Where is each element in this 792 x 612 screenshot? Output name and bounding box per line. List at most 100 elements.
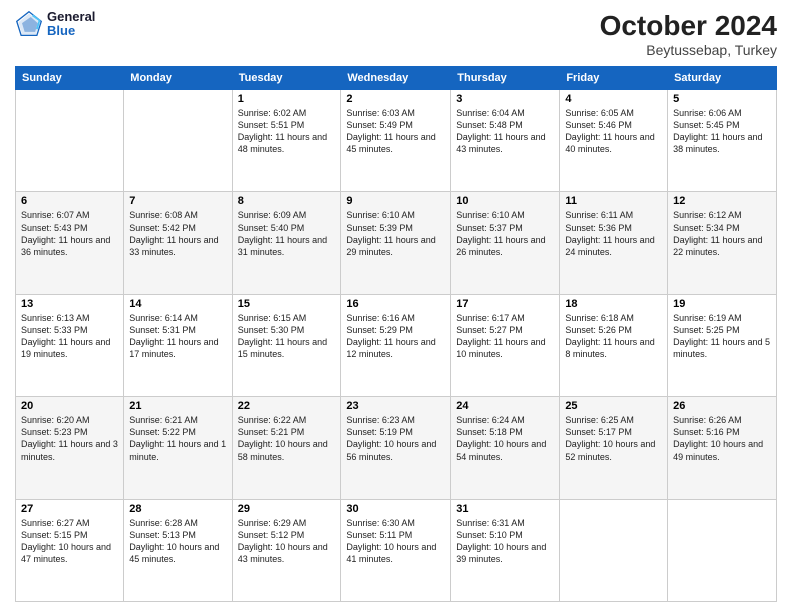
calendar-cell-3-5: 17 Sunrise: 6:17 AMSunset: 5:27 PMDayligh… <box>451 294 560 396</box>
day-info: Sunrise: 6:18 AMSunset: 5:26 PMDaylight:… <box>565 312 662 361</box>
calendar-cell-4-7: 26 Sunrise: 6:26 AMSunset: 5:16 PMDayligh… <box>668 397 777 499</box>
day-number: 1 <box>238 93 336 105</box>
day-number: 16 <box>346 298 445 310</box>
calendar-cell-4-5: 24 Sunrise: 6:24 AMSunset: 5:18 PMDayligh… <box>451 397 560 499</box>
day-info: Sunrise: 6:19 AMSunset: 5:25 PMDaylight:… <box>673 312 771 361</box>
day-info: Sunrise: 6:10 AMSunset: 5:37 PMDaylight:… <box>456 209 554 258</box>
calendar-cell-5-5: 31Sunrise: 6:31 AMSunset: 5:10 PMDayligh… <box>451 499 560 601</box>
day-number: 10 <box>456 195 554 207</box>
calendar-cell-4-3: 22 Sunrise: 6:22 AMSunset: 5:21 PMDayligh… <box>232 397 341 499</box>
day-info: Sunrise: 6:27 AMSunset: 5:15 PMDaylight:… <box>21 517 118 566</box>
day-number: 20 <box>21 400 118 412</box>
day-info: Sunrise: 6:31 AMSunset: 5:10 PMDaylight:… <box>456 517 554 566</box>
calendar-cell-1-5: 3 Sunrise: 6:04 AMSunset: 5:48 PMDaylight… <box>451 90 560 192</box>
day-number: 18 <box>565 298 662 310</box>
day-info: Sunrise: 6:13 AMSunset: 5:33 PMDaylight:… <box>21 312 118 361</box>
calendar-table: Sunday Monday Tuesday Wednesday Thursday… <box>15 66 777 602</box>
day-number: 26 <box>673 400 771 412</box>
calendar-cell-2-1: 6Sunrise: 6:07 AMSunset: 5:43 PMDaylight… <box>16 192 124 294</box>
calendar-cell-2-4: 9Sunrise: 6:10 AMSunset: 5:39 PMDaylight… <box>341 192 451 294</box>
day-number: 22 <box>238 400 336 412</box>
calendar-cell-5-1: 27 Sunrise: 6:27 AMSunset: 5:15 PMDayligh… <box>16 499 124 601</box>
day-info: Sunrise: 6:22 AMSunset: 5:21 PMDaylight:… <box>238 414 336 463</box>
calendar-cell-5-3: 29 Sunrise: 6:29 AMSunset: 5:12 PMDayligh… <box>232 499 341 601</box>
day-info: Sunrise: 6:21 AMSunset: 5:22 PMDaylight:… <box>129 414 226 463</box>
day-info: Sunrise: 6:23 AMSunset: 5:19 PMDaylight:… <box>346 414 445 463</box>
day-info: Sunrise: 6:28 AMSunset: 5:13 PMDaylight:… <box>129 517 226 566</box>
day-info: Sunrise: 6:17 AMSunset: 5:27 PMDaylight:… <box>456 312 554 361</box>
calendar-cell-4-4: 23 Sunrise: 6:23 AMSunset: 5:19 PMDayligh… <box>341 397 451 499</box>
calendar-week-1: 1 Sunrise: 6:02 AMSunset: 5:51 PMDaylight… <box>16 90 777 192</box>
day-number: 3 <box>456 93 554 105</box>
day-number: 8 <box>238 195 336 207</box>
calendar-cell-3-7: 19 Sunrise: 6:19 AMSunset: 5:25 PMDayligh… <box>668 294 777 396</box>
calendar-cell-5-4: 30 Sunrise: 6:30 AMSunset: 5:11 PMDayligh… <box>341 499 451 601</box>
calendar-cell-2-3: 8Sunrise: 6:09 AMSunset: 5:40 PMDaylight… <box>232 192 341 294</box>
day-number: 21 <box>129 400 226 412</box>
day-info: Sunrise: 6:30 AMSunset: 5:11 PMDaylight:… <box>346 517 445 566</box>
day-number: 2 <box>346 93 445 105</box>
day-number: 13 <box>21 298 118 310</box>
day-number: 19 <box>673 298 771 310</box>
day-number: 17 <box>456 298 554 310</box>
day-info: Sunrise: 6:08 AMSunset: 5:42 PMDaylight:… <box>129 209 226 258</box>
calendar-cell-2-6: 11 Sunrise: 6:11 AMSunset: 5:36 PMDayligh… <box>560 192 668 294</box>
header-thursday: Thursday <box>451 67 560 90</box>
calendar-cell-1-4: 2 Sunrise: 6:03 AMSunset: 5:49 PMDaylight… <box>341 90 451 192</box>
day-number: 6 <box>21 195 118 207</box>
day-info: Sunrise: 6:14 AMSunset: 5:31 PMDaylight:… <box>129 312 226 361</box>
calendar-header-row: Sunday Monday Tuesday Wednesday Thursday… <box>16 67 777 90</box>
logo-icon <box>15 10 43 38</box>
day-info: Sunrise: 6:12 AMSunset: 5:34 PMDaylight:… <box>673 209 771 258</box>
day-info: Sunrise: 6:20 AMSunset: 5:23 PMDaylight:… <box>21 414 118 463</box>
logo-text: General Blue <box>47 10 95 39</box>
day-number: 15 <box>238 298 336 310</box>
day-number: 7 <box>129 195 226 207</box>
day-info: Sunrise: 6:24 AMSunset: 5:18 PMDaylight:… <box>456 414 554 463</box>
calendar-cell-3-6: 18 Sunrise: 6:18 AMSunset: 5:26 PMDayligh… <box>560 294 668 396</box>
day-info: Sunrise: 6:26 AMSunset: 5:16 PMDaylight:… <box>673 414 771 463</box>
day-number: 29 <box>238 503 336 515</box>
logo-line2: Blue <box>47 23 75 38</box>
calendar-cell-5-6 <box>560 499 668 601</box>
calendar-cell-3-1: 13 Sunrise: 6:13 AMSunset: 5:33 PMDayligh… <box>16 294 124 396</box>
day-info: Sunrise: 6:03 AMSunset: 5:49 PMDaylight:… <box>346 107 445 156</box>
calendar-cell-4-1: 20 Sunrise: 6:20 AMSunset: 5:23 PMDayligh… <box>16 397 124 499</box>
day-number: 25 <box>565 400 662 412</box>
day-number: 24 <box>456 400 554 412</box>
day-number: 11 <box>565 195 662 207</box>
day-info: Sunrise: 6:15 AMSunset: 5:30 PMDaylight:… <box>238 312 336 361</box>
calendar-week-3: 13 Sunrise: 6:13 AMSunset: 5:33 PMDayligh… <box>16 294 777 396</box>
calendar-cell-3-3: 15 Sunrise: 6:15 AMSunset: 5:30 PMDayligh… <box>232 294 341 396</box>
day-number: 30 <box>346 503 445 515</box>
calendar-cell-3-2: 14 Sunrise: 6:14 AMSunset: 5:31 PMDayligh… <box>124 294 232 396</box>
day-info: Sunrise: 6:11 AMSunset: 5:36 PMDaylight:… <box>565 209 662 258</box>
day-info: Sunrise: 6:05 AMSunset: 5:46 PMDaylight:… <box>565 107 662 156</box>
day-number: 14 <box>129 298 226 310</box>
day-number: 9 <box>346 195 445 207</box>
day-info: Sunrise: 6:02 AMSunset: 5:51 PMDaylight:… <box>238 107 336 156</box>
calendar-cell-1-7: 5Sunrise: 6:06 AMSunset: 5:45 PMDaylight… <box>668 90 777 192</box>
calendar-cell-4-2: 21 Sunrise: 6:21 AMSunset: 5:22 PMDayligh… <box>124 397 232 499</box>
calendar-cell-2-5: 10 Sunrise: 6:10 AMSunset: 5:37 PMDayligh… <box>451 192 560 294</box>
logo-line1: General <box>47 9 95 24</box>
logo: General Blue <box>15 10 95 39</box>
calendar-week-4: 20 Sunrise: 6:20 AMSunset: 5:23 PMDayligh… <box>16 397 777 499</box>
calendar-week-5: 27 Sunrise: 6:27 AMSunset: 5:15 PMDayligh… <box>16 499 777 601</box>
calendar-cell-2-2: 7 Sunrise: 6:08 AMSunset: 5:42 PMDaylight… <box>124 192 232 294</box>
calendar-cell-1-1 <box>16 90 124 192</box>
location-subtitle: Beytussebap, Turkey <box>600 42 777 58</box>
day-number: 28 <box>129 503 226 515</box>
header-friday: Friday <box>560 67 668 90</box>
month-title: October 2024 <box>600 10 777 42</box>
day-info: Sunrise: 6:29 AMSunset: 5:12 PMDaylight:… <box>238 517 336 566</box>
day-info: Sunrise: 6:04 AMSunset: 5:48 PMDaylight:… <box>456 107 554 156</box>
calendar-cell-1-3: 1 Sunrise: 6:02 AMSunset: 5:51 PMDaylight… <box>232 90 341 192</box>
day-number: 12 <box>673 195 771 207</box>
day-info: Sunrise: 6:06 AMSunset: 5:45 PMDaylight:… <box>673 107 771 156</box>
calendar-cell-2-7: 12 Sunrise: 6:12 AMSunset: 5:34 PMDayligh… <box>668 192 777 294</box>
day-number: 23 <box>346 400 445 412</box>
header-monday: Monday <box>124 67 232 90</box>
day-number: 27 <box>21 503 118 515</box>
day-info: Sunrise: 6:16 AMSunset: 5:29 PMDaylight:… <box>346 312 445 361</box>
